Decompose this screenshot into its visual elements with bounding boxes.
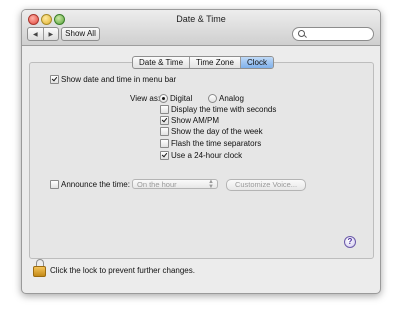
customize-voice-button[interactable]: Customize Voice... [226, 179, 306, 191]
show-all-button[interactable]: Show All [61, 27, 100, 41]
use-24-hour-label: Use a 24-hour clock [171, 151, 243, 160]
announce-time-checkbox[interactable] [50, 180, 59, 189]
show-in-menu-bar-label: Show date and time in menu bar [61, 75, 177, 84]
analog-label: Analog [219, 94, 244, 103]
forward-arrow-icon[interactable]: ▶ [44, 28, 59, 40]
display-seconds-checkbox[interactable] [160, 105, 169, 114]
show-day-of-week-label: Show the day of the week [171, 127, 263, 136]
show-ampm-label: Show AM/PM [171, 116, 220, 125]
announce-interval-value: On the hour [137, 180, 177, 189]
tab-bar: Date & Time Time Zone Clock [132, 56, 274, 69]
tab-date-time[interactable]: Date & Time [133, 57, 191, 68]
window-title: Date & Time [176, 14, 226, 24]
lock-message: Click the lock to prevent further change… [50, 266, 195, 275]
tab-time-zone[interactable]: Time Zone [190, 57, 241, 68]
back-forward-group: ◀ ▶ [27, 27, 59, 41]
view-as-label: View as: [130, 94, 161, 103]
search-icon [298, 30, 305, 37]
display-seconds-label: Display the time with seconds [171, 105, 277, 114]
clock-panel [29, 62, 374, 259]
digital-label: Digital [170, 94, 193, 103]
show-day-of-week-checkbox[interactable] [160, 127, 169, 136]
lock-icon[interactable] [32, 259, 46, 277]
use-24-hour-checkbox[interactable] [160, 151, 169, 160]
flash-separators-checkbox[interactable] [160, 139, 169, 148]
help-button[interactable]: ? [344, 236, 356, 248]
announce-time-label: Announce the time: [61, 180, 130, 189]
analog-radio[interactable] [208, 94, 217, 103]
flash-separators-label: Flash the time separators [171, 139, 262, 148]
popup-arrows-icon: ▲ ▼ [208, 179, 214, 190]
title-bar: Date & Time ◀ ▶ Show All [22, 10, 380, 46]
preferences-window: Date & Time ◀ ▶ Show All Date & Time Tim… [21, 9, 381, 294]
search-field[interactable] [292, 27, 374, 41]
show-ampm-checkbox[interactable] [160, 116, 169, 125]
back-arrow-icon[interactable]: ◀ [28, 28, 44, 40]
announce-interval-popup[interactable]: On the hour ▲ ▼ [132, 179, 218, 190]
digital-radio[interactable] [159, 94, 168, 103]
show-in-menu-bar-checkbox[interactable] [50, 75, 59, 84]
tab-clock[interactable]: Clock [240, 57, 273, 68]
